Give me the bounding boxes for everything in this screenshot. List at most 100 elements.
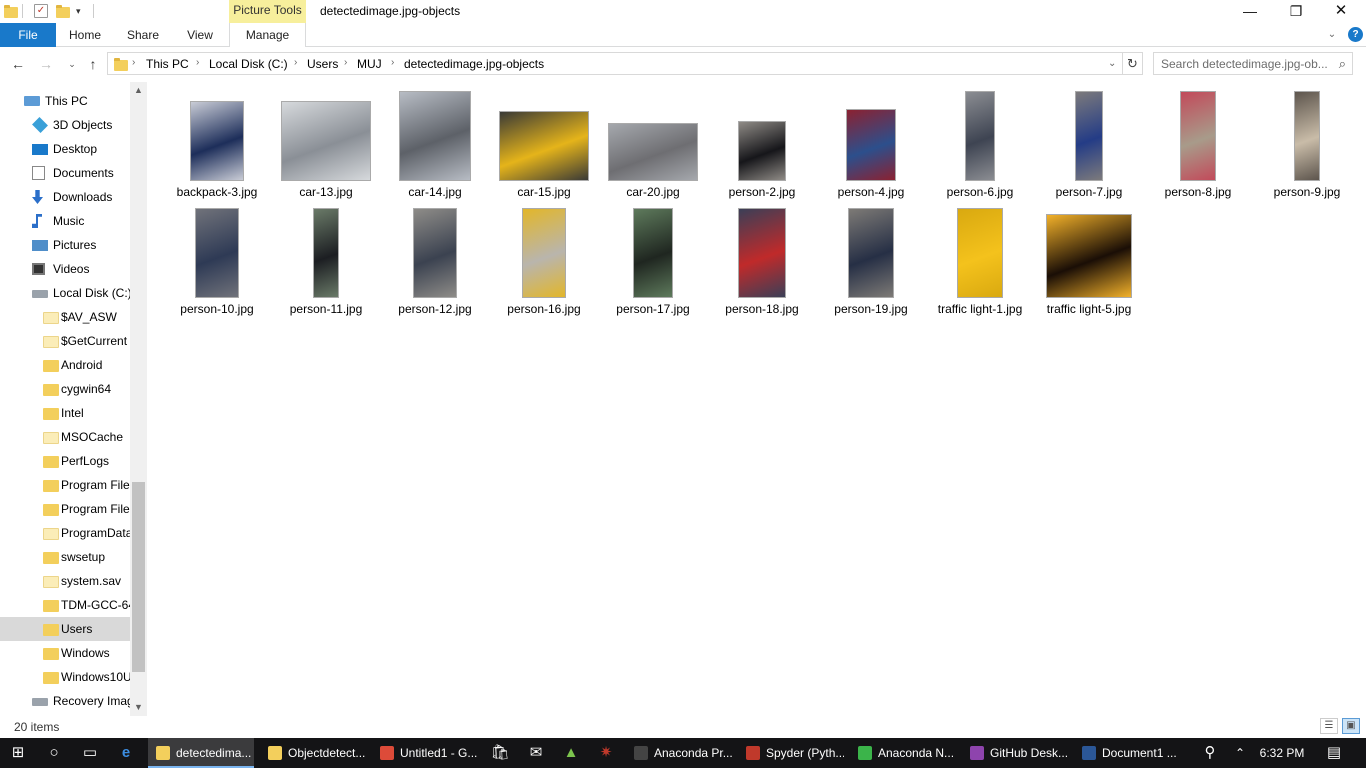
nav-item[interactable]: TDM-GCC-64 (0, 593, 130, 617)
file-item[interactable]: person-2.jpg (708, 84, 816, 199)
taskbar-app-button[interactable]: detectedima... (148, 738, 254, 768)
scroll-up-icon[interactable]: ▲ (130, 82, 147, 99)
nav-item[interactable]: Windows10U (0, 665, 130, 689)
help-icon[interactable]: ? (1348, 27, 1363, 42)
task-view-icon[interactable]: ▭ (72, 738, 108, 768)
file-item[interactable]: person-8.jpg (1144, 84, 1252, 199)
chevron-right-icon[interactable]: › (132, 57, 135, 68)
nav-item[interactable]: Windows (0, 641, 130, 665)
tab-share[interactable]: Share (122, 23, 164, 47)
file-item[interactable]: person-17.jpg (599, 201, 707, 316)
nav-item[interactable]: Intel (0, 401, 130, 425)
taskbar-app-button[interactable]: Spyder (Pyth... (738, 738, 844, 768)
details-view-icon[interactable]: ☰ (1320, 718, 1338, 734)
taskbar-app-button[interactable]: Anaconda Pr... (626, 738, 732, 768)
taskbar-app-button[interactable]: Objectdetect... (260, 738, 366, 768)
nav-item[interactable]: Users (0, 617, 130, 641)
mail-icon[interactable]: ✉ (518, 738, 554, 768)
taskbar-app-button[interactable]: Document1 ... (1074, 738, 1180, 768)
nav-item[interactable]: MSOCache (0, 425, 130, 449)
nav-item[interactable]: Videos (0, 257, 130, 281)
file-item[interactable]: car-13.jpg (272, 84, 380, 199)
chevron-down-icon[interactable]: ⌄ (1108, 58, 1116, 69)
tray-expand-icon[interactable]: ⌃ (1222, 738, 1258, 768)
search-icon[interactable]: ○ (36, 738, 72, 768)
nav-item[interactable]: cygwin64 (0, 377, 130, 401)
android-icon[interactable]: ▲ (553, 738, 589, 768)
chevron-right-icon[interactable]: › (391, 57, 394, 68)
spider-icon[interactable]: ✷ (588, 738, 624, 768)
file-item[interactable]: person-10.jpg (163, 201, 271, 316)
nav-item[interactable]: 3D Objects (0, 113, 130, 137)
search-icon[interactable]: ⌕ (1339, 56, 1346, 72)
action-center-icon[interactable]: ▤ (1316, 738, 1352, 768)
file-item[interactable]: person-9.jpg (1253, 84, 1361, 199)
nav-item[interactable]: Music (0, 209, 130, 233)
file-item[interactable]: person-7.jpg (1035, 84, 1143, 199)
nav-item[interactable]: Android (0, 353, 130, 377)
store-icon[interactable]: 🛍 (482, 738, 518, 768)
breadcrumb-current-folder[interactable]: detectedimage.jpg-objects (404, 57, 544, 71)
breadcrumb-local-disk[interactable]: Local Disk (C:) (209, 57, 288, 71)
chevron-right-icon[interactable]: › (294, 57, 297, 68)
tab-home[interactable]: Home (64, 23, 106, 47)
nav-item[interactable]: Documents (0, 161, 130, 185)
nav-item[interactable]: Program Files (0, 473, 130, 497)
file-item[interactable]: traffic light-1.jpg (926, 201, 1034, 316)
restore-button[interactable]: ❐ (1273, 0, 1319, 23)
refresh-button[interactable]: ↻ (1123, 52, 1143, 75)
nav-item[interactable]: ProgramData (0, 521, 130, 545)
file-item[interactable]: backpack-3.jpg (163, 84, 271, 199)
file-item[interactable]: person-18.jpg (708, 201, 816, 316)
nav-item[interactable]: PerfLogs (0, 449, 130, 473)
taskbar-app-button[interactable]: GitHub Desk... (962, 738, 1068, 768)
file-item[interactable]: person-11.jpg (272, 201, 380, 316)
taskbar-app-button[interactable]: Anaconda N... (850, 738, 956, 768)
nav-item[interactable]: $AV_ASW (0, 305, 130, 329)
nav-item[interactable]: Downloads (0, 185, 130, 209)
edge-icon[interactable]: e (108, 738, 144, 768)
file-item[interactable]: car-14.jpg (381, 84, 489, 199)
forward-button[interactable]: → (36, 54, 56, 74)
file-item[interactable]: car-20.jpg (599, 84, 707, 199)
up-button[interactable]: ↑ (83, 54, 103, 74)
windows-start-icon[interactable]: ⊞ (0, 738, 36, 768)
new-folder-icon[interactable] (56, 4, 70, 18)
nav-item[interactable]: Local Disk (C:) (0, 281, 130, 305)
nav-item[interactable]: $GetCurrent (0, 329, 130, 353)
nav-item[interactable]: Recovery Imag (0, 689, 130, 713)
file-item[interactable]: car-15.jpg (490, 84, 598, 199)
properties-icon[interactable]: ✓ (34, 4, 48, 18)
search-input[interactable]: Search detectedimage.jpg-ob... ⌕ (1153, 52, 1353, 75)
nav-item[interactable]: swsetup (0, 545, 130, 569)
back-button[interactable]: ← (8, 54, 28, 74)
nav-item[interactable]: This PC (0, 89, 130, 113)
breadcrumb-this-pc[interactable]: This PC (146, 57, 189, 71)
nav-item[interactable]: Pictures (0, 233, 130, 257)
file-item[interactable]: person-19.jpg (817, 201, 925, 316)
tab-manage[interactable]: Manage (229, 23, 306, 47)
chevron-right-icon[interactable]: › (196, 57, 199, 68)
file-item[interactable]: person-4.jpg (817, 84, 925, 199)
breadcrumb-users[interactable]: Users (307, 57, 338, 71)
file-item[interactable]: traffic light-5.jpg (1035, 201, 1143, 316)
address-bar[interactable]: › This PC › Local Disk (C:) › Users › MU… (107, 52, 1123, 75)
customize-toolbar-icon[interactable]: ▾ (76, 4, 90, 18)
nav-item[interactable]: Desktop (0, 137, 130, 161)
tab-view[interactable]: View (180, 23, 220, 47)
tab-file[interactable]: File (0, 23, 56, 47)
breadcrumb-muj[interactable]: MUJ (357, 57, 382, 71)
file-item[interactable]: person-6.jpg (926, 84, 1034, 199)
close-button[interactable]: ✕ (1318, 0, 1364, 23)
recent-locations-button[interactable]: ⌄ (62, 54, 82, 74)
scroll-down-icon[interactable]: ▼ (130, 699, 147, 716)
file-item[interactable]: person-16.jpg (490, 201, 598, 316)
taskbar-app-button[interactable]: Untitled1 - G... (372, 738, 478, 768)
chevron-right-icon[interactable]: › (344, 57, 347, 68)
file-item[interactable]: person-12.jpg (381, 201, 489, 316)
nav-item[interactable]: Program Files (0, 497, 130, 521)
minimize-button[interactable]: — (1227, 0, 1273, 23)
nav-item[interactable]: system.sav (0, 569, 130, 593)
expand-ribbon-icon[interactable]: ⌄ (1322, 23, 1342, 47)
clock[interactable]: 6:32 PM (1256, 738, 1308, 768)
